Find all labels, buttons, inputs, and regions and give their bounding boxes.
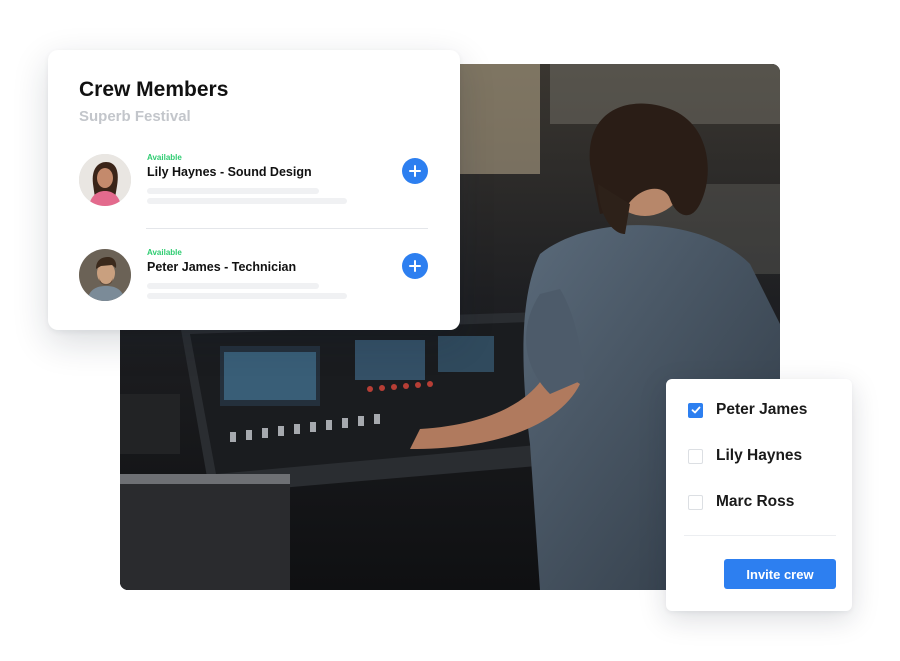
placeholder-line: [147, 293, 347, 299]
checkbox[interactable]: [688, 494, 703, 510]
availability-status: Available: [147, 248, 182, 257]
divider: [146, 228, 428, 229]
crew-members-card: Crew Members Superb Festival Available L…: [48, 50, 460, 330]
option-lily-haynes[interactable]: Lily Haynes: [688, 445, 802, 467]
option-label: Marc Ross: [716, 493, 795, 510]
placeholder-line: [147, 198, 347, 204]
checkmark-icon: [691, 406, 700, 414]
add-member-button[interactable]: [402, 158, 428, 184]
woman-portrait-icon: [79, 154, 131, 206]
man-portrait-icon: [79, 249, 131, 301]
crew-subtitle: Superb Festival: [79, 108, 191, 125]
crew-member-row: Available Peter James - Technician: [48, 245, 460, 325]
placeholder-line: [147, 283, 319, 289]
invite-crew-card: Peter James Lily Haynes Marc Ross Invite…: [666, 379, 852, 611]
invite-crew-button[interactable]: Invite crew: [724, 559, 836, 589]
option-marc-ross[interactable]: Marc Ross: [688, 491, 794, 513]
add-member-button[interactable]: [402, 253, 428, 279]
plus-icon: [409, 260, 421, 272]
avatar: [79, 154, 131, 206]
availability-status: Available: [147, 153, 182, 162]
member-name: Lily Haynes - Sound Design: [147, 165, 312, 179]
member-name: Peter James - Technician: [147, 260, 297, 274]
crew-title: Crew Members: [79, 78, 229, 101]
divider: [684, 535, 836, 536]
checkbox-checked[interactable]: [688, 402, 703, 418]
placeholder-line: [147, 188, 319, 194]
checkbox[interactable]: [688, 448, 703, 464]
option-label: Peter James: [716, 401, 808, 418]
option-label: Lily Haynes: [716, 447, 803, 464]
plus-icon: [409, 165, 421, 177]
crew-member-row: Available Lily Haynes - Sound Design: [48, 150, 460, 230]
option-peter-james[interactable]: Peter James: [688, 399, 807, 421]
avatar: [79, 249, 131, 301]
